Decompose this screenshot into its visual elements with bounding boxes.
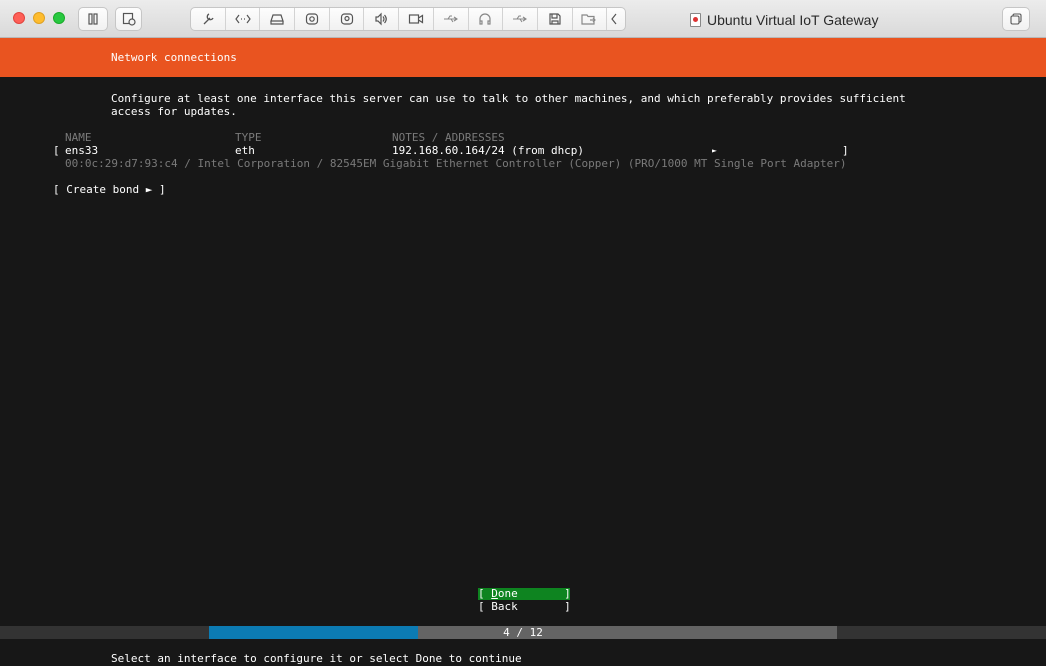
row-open-bracket: [ <box>53 144 60 157</box>
video-icon <box>408 14 424 24</box>
column-header-name: NAME <box>65 131 92 144</box>
row-close-bracket: ] <box>842 144 849 157</box>
headphones-icon <box>479 13 491 25</box>
camera-button[interactable] <box>295 8 330 30</box>
interface-name: ens33 <box>65 144 99 157</box>
speaker-icon <box>375 12 388 26</box>
settings-button[interactable] <box>191 8 226 30</box>
overlapping-windows-icon <box>1010 13 1022 25</box>
usb-button-1[interactable] <box>434 8 469 30</box>
pause-icon <box>88 13 98 25</box>
webcam-button[interactable] <box>330 8 365 30</box>
window-title: Ubuntu Virtual IoT Gateway <box>690 10 878 30</box>
close-window-button[interactable] <box>13 12 25 24</box>
zoom-window-button[interactable] <box>53 12 65 24</box>
video-button[interactable] <box>399 8 434 30</box>
done-rest: one ] <box>497 587 571 600</box>
floppy-button[interactable] <box>538 8 573 30</box>
usb-button-2[interactable] <box>503 8 538 30</box>
shared-folder-button[interactable] <box>573 8 608 30</box>
installer-header: Network connections <box>0 38 1046 77</box>
create-bond-button[interactable]: [ Create bond ► ] <box>53 183 166 196</box>
vm-window: Ubuntu Virtual IoT Gateway Network conne… <box>0 0 1046 666</box>
interface-address: 192.168.60.164/24 (from dhcp) <box>392 144 585 157</box>
usb-icon <box>443 15 458 23</box>
description-line-1: Configure at least one interface this se… <box>111 92 906 105</box>
column-header-notes: NOTES / ADDRESSES <box>392 131 505 144</box>
done-button[interactable]: [ Done ] <box>478 587 571 600</box>
progress-label: 4 / 12 <box>503 626 543 639</box>
document-icon <box>690 13 701 27</box>
page-title: Network connections <box>111 51 237 64</box>
interface-hardware-details: 00:0c:29:d7:93:c4 / Intel Corporation / … <box>65 157 847 170</box>
chevron-left-icon <box>611 13 617 25</box>
snapshot-button[interactable] <box>115 7 142 31</box>
camera-icon <box>305 13 319 25</box>
column-header-type: TYPE <box>235 131 262 144</box>
sound-button[interactable] <box>364 8 400 30</box>
hard-drive-button[interactable] <box>260 8 296 30</box>
usb-icon <box>513 15 528 23</box>
snapshot-icon <box>122 12 136 26</box>
interface-menu-arrow-icon[interactable]: ► <box>712 144 717 157</box>
done-hotkey: D <box>491 587 498 600</box>
description-line-2: access for updates. <box>111 105 237 118</box>
pause-button[interactable] <box>78 7 108 31</box>
done-open: [ <box>478 587 492 600</box>
interface-type: eth <box>235 144 255 157</box>
shared-folder-icon <box>581 14 597 25</box>
window-title-text: Ubuntu Virtual IoT Gateway <box>707 12 879 28</box>
device-toolbar <box>190 7 626 31</box>
floppy-icon <box>549 13 561 25</box>
webcam-icon <box>340 13 353 25</box>
headphones-button[interactable] <box>469 8 504 30</box>
status-hint: Select an interface to configure it or s… <box>111 652 522 665</box>
minimize-window-button[interactable] <box>33 12 45 24</box>
titlebar: Ubuntu Virtual IoT Gateway <box>0 0 1046 38</box>
hard-drive-icon <box>270 14 285 25</box>
network-button[interactable] <box>226 8 261 30</box>
progress-bar: 4 / 12 <box>209 626 837 639</box>
back-button[interactable]: [ Back ] <box>478 601 571 613</box>
code-brackets-icon <box>234 14 251 24</box>
collapse-toolbar-button[interactable] <box>607 8 621 30</box>
wrench-icon <box>203 13 214 25</box>
fullscreen-button[interactable] <box>1002 7 1030 31</box>
